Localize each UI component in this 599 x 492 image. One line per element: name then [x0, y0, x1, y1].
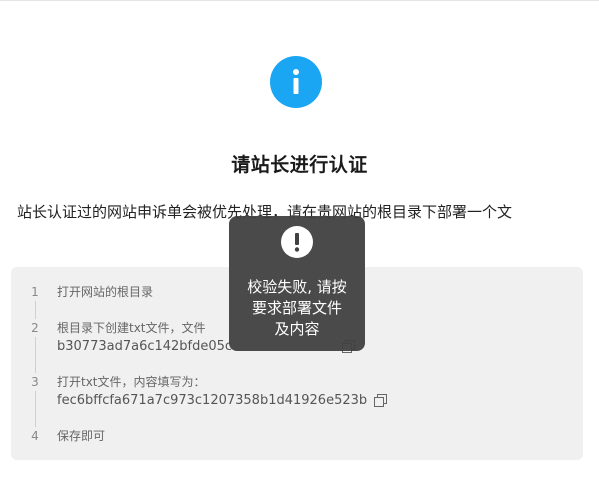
content-value: fec6bffcfa671a7c973c1207358b1d41926e523b	[57, 392, 388, 409]
info-icon	[270, 56, 322, 108]
step-text: 打开网站的根目录	[57, 285, 154, 299]
step-number: 4	[26, 427, 44, 445]
step-text: 根目录下创建txt文件，文件	[57, 321, 206, 335]
page-title: 请站长进行认证	[231, 154, 368, 176]
exclamation-icon	[281, 226, 313, 258]
toast-line-2: 要求部署文件	[251, 299, 342, 317]
step-text: 保存即可	[57, 429, 106, 443]
step-number: 1	[26, 283, 44, 301]
error-toast: 校验失败, 请按 要求部署文件 及内容	[229, 216, 365, 351]
toast-line-1: 校验失败, 请按	[247, 278, 347, 296]
timeline-line	[35, 293, 36, 436]
content-text[interactable]: fec6bffcfa671a7c973c1207358b1d41926e523b	[57, 392, 367, 409]
step-text: 打开txt文件，内容填写为：	[57, 375, 206, 389]
toast-line-3: 及内容	[274, 320, 320, 338]
copy-icon[interactable]	[374, 394, 388, 407]
step-number: 3	[26, 373, 44, 391]
top-divider	[0, 0, 599, 1]
filename-text[interactable]: b30773ad7a6c142bfde05c	[57, 338, 232, 355]
toast-message: 校验失败, 请按 要求部署文件 及内容	[237, 277, 357, 340]
step-number: 2	[26, 319, 44, 337]
